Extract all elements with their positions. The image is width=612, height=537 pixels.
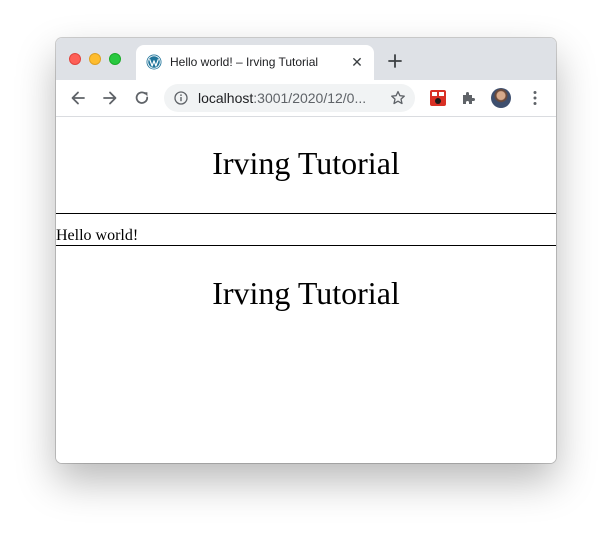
- new-tab-plus-icon[interactable]: [386, 52, 404, 70]
- site-info-icon[interactable]: [174, 91, 188, 105]
- browser-toolbar: localhost:3001/2020/12/0...: [56, 80, 556, 117]
- browser-tab[interactable]: Hello world! – Irving Tutorial ✕: [136, 45, 374, 80]
- extension-red-icon[interactable]: [430, 90, 446, 106]
- extensions-puzzle-icon[interactable]: [461, 90, 477, 106]
- url-host: localhost: [198, 90, 254, 106]
- window-close-button[interactable]: [69, 53, 81, 65]
- tab-title: Hello world! – Irving Tutorial: [170, 55, 319, 69]
- post-content: Hello world!: [56, 227, 139, 244]
- site-title-header: Irving Tutorial: [212, 145, 400, 181]
- url-text[interactable]: localhost:3001/2020/12/0...: [198, 90, 366, 106]
- wordpress-icon: [146, 54, 162, 70]
- tab-strip: Hello world! – Irving Tutorial ✕: [56, 38, 556, 80]
- page-viewport: Irving Tutorial Hello world! Irving Tuto…: [56, 117, 556, 463]
- browser-window: Hello world! – Irving Tutorial ✕ localho…: [56, 38, 556, 463]
- divider-bottom: [56, 245, 556, 246]
- more-menu-icon[interactable]: [526, 89, 544, 107]
- url-path: :3001/2020/12/0...: [253, 90, 367, 106]
- screen: Hello world! – Irving Tutorial ✕ localho…: [0, 0, 612, 537]
- back-arrow-icon[interactable]: [69, 89, 87, 107]
- profile-avatar[interactable]: [491, 88, 511, 108]
- window-maximize-button[interactable]: [109, 53, 121, 65]
- tab-close-icon[interactable]: ✕: [350, 55, 364, 69]
- window-minimize-button[interactable]: [89, 53, 101, 65]
- divider-top: [56, 213, 556, 214]
- address-bar[interactable]: localhost:3001/2020/12/0...: [164, 84, 415, 112]
- site-title-footer: Irving Tutorial: [212, 275, 400, 311]
- reload-icon[interactable]: [133, 89, 151, 107]
- forward-arrow-icon[interactable]: [101, 89, 119, 107]
- bookmark-star-icon[interactable]: [390, 90, 406, 106]
